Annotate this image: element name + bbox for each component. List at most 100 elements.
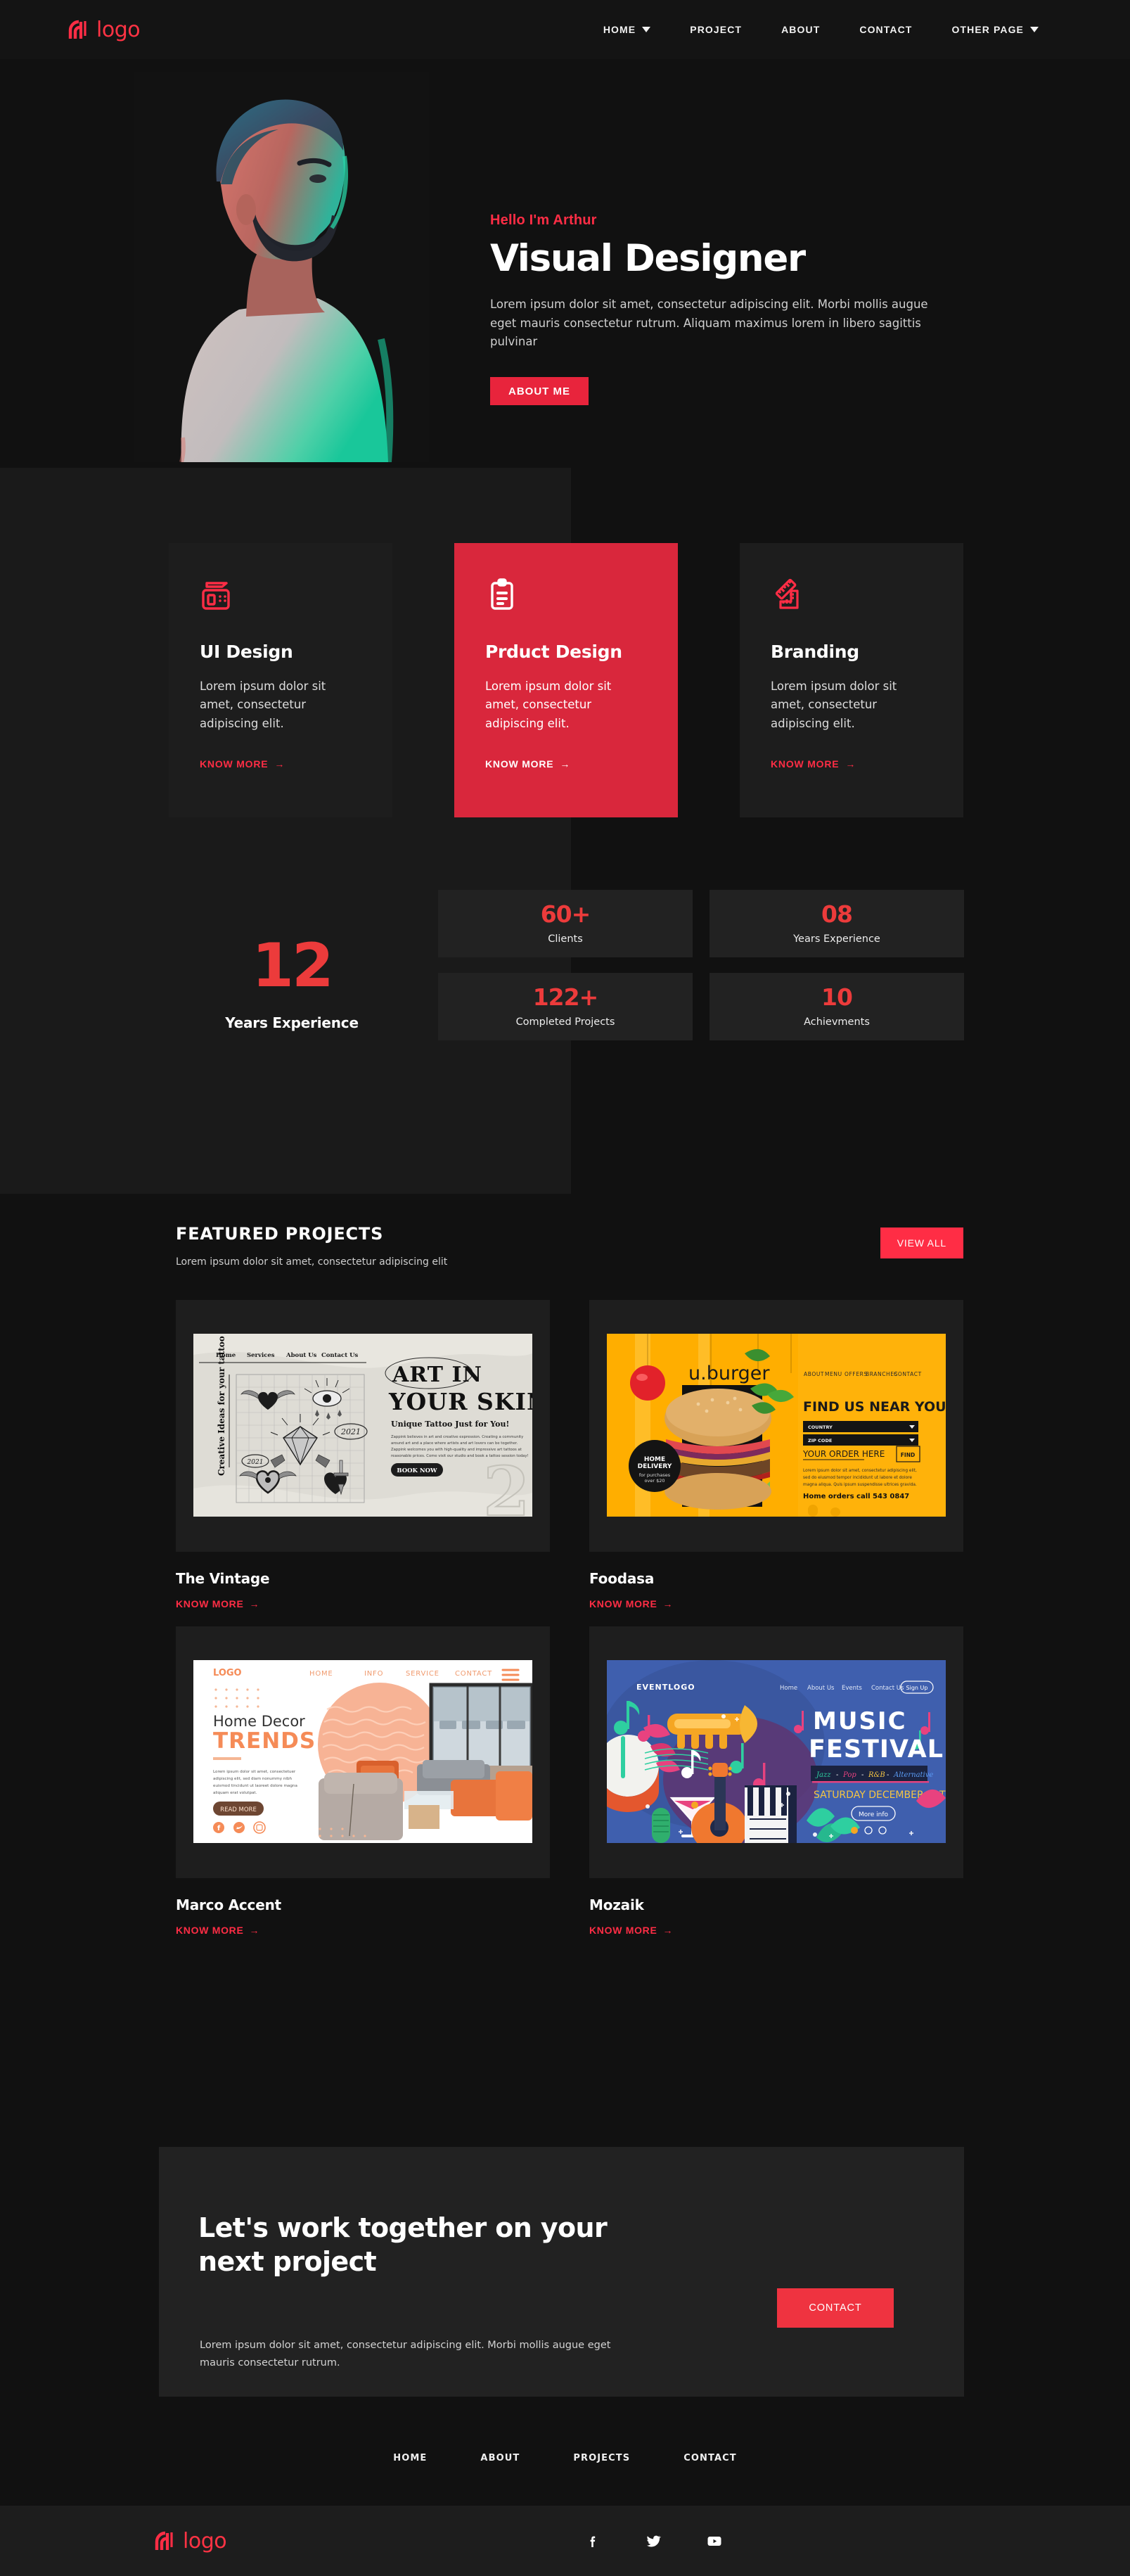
project-know-more-link[interactable]: KNOW MORE → [176,1598,259,1609]
svg-text:Contact Us: Contact Us [871,1685,904,1692]
service-know-more-link[interactable]: KNOW MORE → [200,758,285,770]
project-know-more-link[interactable]: KNOW MORE → [176,1925,259,1936]
about-me-button[interactable]: ABOUT ME [490,377,589,406]
service-know-more-link[interactable]: KNOW MORE → [485,758,570,770]
project-know-more-link[interactable]: KNOW MORE → [589,1598,673,1609]
svg-text:OFFERS: OFFERS [845,1371,868,1377]
stats-feature: 12 Years Experience [204,936,380,1031]
footer-link-projects[interactable]: PROJECTS [573,2453,630,2463]
svg-text:CONTACT: CONTACT [894,1371,922,1377]
project-thumb-shell: Home Services About Us Contact Us Creative… [176,1300,550,1552]
hero-title: Visual Designer [490,237,806,280]
service-card-ui-design[interactable]: UI Design Lorem ipsum dolor sit amet, co… [169,543,392,817]
project-thumb-shell: LOGO HOME INFO SERVICE CONTACT Home Deco… [176,1626,550,1878]
logo-wordmark: logo [96,17,141,42]
stats-feature-number: 12 [252,931,334,1001]
stat-card-clients: 60+ Clients [438,890,693,957]
youtube-icon[interactable] [706,2532,723,2549]
svg-text:f: f [217,1825,221,1832]
arrow-right-icon: → [274,758,285,770]
know-more-label: KNOW MORE [200,758,269,770]
footer-link-contact[interactable]: CONTACT [683,2453,737,2463]
chevron-down-icon [1030,27,1039,32]
footer-link-home[interactable]: HOME [393,2453,427,2463]
chevron-down-icon [642,27,651,32]
stat-card-years-experience: 08 Years Experience [710,890,964,957]
svg-text:FIND US NEAR YOU: FIND US NEAR YOU [803,1399,946,1415]
svg-text:adipiscing elit, sed diam nonu: adipiscing elit, sed diam nonummy nibh [213,1777,292,1781]
svg-text:Home Decor: Home Decor [213,1713,305,1730]
service-description: Lorem ipsum dolor sit amet, consectetur … [771,680,897,730]
nav-item-home[interactable]: HOME [603,24,651,35]
home-decor-thumbnail: LOGO HOME INFO SERVICE CONTACT Home Deco… [193,1660,532,1843]
svg-text:About Us: About Us [807,1685,835,1692]
services-gap [392,543,454,611]
service-card-product-design[interactable]: Prduct Design Lorem ipsum dolor sit amet… [454,543,678,817]
svg-text:DELIVERY: DELIVERY [638,1463,672,1470]
project-name: Mozaik [589,1896,644,1913]
service-title: Branding [771,642,859,662]
svg-text:21: 21 [483,1452,532,1517]
svg-text:ART IN: ART IN [392,1363,482,1387]
view-all-button[interactable]: VIEW ALL [880,1228,963,1258]
project-card-mozaik[interactable]: EVENTLOGO Home About Us Events Contact Us … [589,1626,963,1937]
stat-number: 122+ [532,983,599,1011]
svg-text:FIND: FIND [901,1452,915,1458]
rulers-icon [771,577,807,613]
footer-link-about[interactable]: ABOUT [480,2453,520,2463]
svg-text:Events: Events [842,1685,862,1692]
svg-text:over $20: over $20 [645,1478,665,1484]
nav-links: HOME PROJECT ABOUT CONTACT OTHER PAGE [603,24,1039,35]
nav-item-other-page[interactable]: OTHER PAGE [951,24,1039,35]
contact-button[interactable]: CONTACT [777,2288,894,2328]
svg-text:HOME: HOME [644,1456,665,1463]
cta-heading: Let's work together on your next project [198,2212,608,2277]
svg-text:EVENTLOGO: EVENTLOGO [636,1683,695,1692]
svg-text:HOME: HOME [309,1670,333,1678]
project-name: Foodasa [589,1570,655,1587]
footer-bar: logo [0,2506,1130,2576]
svg-text:READ MORE: READ MORE [220,1806,257,1813]
svg-text:Unique Tattoo Just for You!: Unique Tattoo Just for You! [391,1420,509,1429]
svg-text:Zappink believes in art and cr: Zappink believes in art and creative exp… [391,1435,523,1439]
nav-item-about[interactable]: ABOUT [781,24,820,35]
footer-logo-wordmark: logo [183,2528,227,2553]
svg-text:sed do eiusmod tempor incididu: sed do eiusmod tempor incididunt ut labo… [803,1476,912,1480]
footer-logo[interactable]: logo [153,2528,227,2553]
project-thumb-shell: u.burger ABOUT MENU OFFERS BRANCHES CONTACT [589,1300,963,1552]
svg-text:YOUR SKIN: YOUR SKIN [388,1388,532,1415]
project-card-foodasa[interactable]: u.burger ABOUT MENU OFFERS BRANCHES CONTACT [589,1300,963,1611]
project-name: Marco Accent [176,1896,281,1913]
svg-text:Creative Ideas for your tattoo: Creative Ideas for your tattoo [217,1336,226,1476]
svg-text:TRENDS: TRENDS [213,1728,316,1754]
facebook-icon[interactable] [585,2532,602,2549]
featured-projects-header: FEATURED PROJECTS Lorem ipsum dolor sit … [176,1224,963,1268]
nav-item-contact[interactable]: CONTACT [859,24,912,35]
stat-card-achievements: 10 Achievments [710,973,964,1040]
service-card-branding[interactable]: Branding Lorem ipsum dolor sit amet, con… [740,543,963,817]
arrow-right-icon: → [249,1598,260,1609]
svg-text:COUNTRY: COUNTRY [808,1424,833,1430]
hero-copy: Hello I'm Arthur Visual Designer Lorem i… [490,212,968,406]
project-card-marco-accent[interactable]: LOGO HOME INFO SERVICE CONTACT Home Deco… [176,1626,550,1937]
twitter-icon[interactable] [646,2532,662,2549]
svg-text:Services: Services [247,1352,275,1359]
service-know-more-link[interactable]: KNOW MORE → [771,758,856,770]
project-know-more-link[interactable]: KNOW MORE → [589,1925,673,1936]
svg-text:euismod tincidunt ut laoreet d: euismod tincidunt ut laoreet dolore magn… [213,1784,297,1788]
footer-socials [585,2532,723,2549]
svg-text:More info: More info [859,1811,889,1818]
svg-text:Home orders call 543 0847: Home orders call 543 0847 [803,1493,909,1500]
nav-item-project[interactable]: PROJECT [690,24,742,35]
nav-item-other-page-label: OTHER PAGE [951,24,1024,35]
project-card-the-vintage[interactable]: Home Services About Us Contact Us Creative… [176,1300,550,1611]
svg-text:Jazz: Jazz [815,1771,831,1779]
svg-text:2021: 2021 [247,1459,264,1466]
stat-number: 60+ [540,900,591,928]
svg-text:MUSIC: MUSIC [813,1707,907,1735]
header-logo[interactable]: logo [67,17,141,42]
stat-card-completed-projects: 122+ Completed Projects [438,973,693,1040]
svg-text:Lorem ipsum dolor sit amet, co: Lorem ipsum dolor sit amet, consectetuer [213,1770,296,1774]
signal-logo-icon [67,18,91,42]
svg-text:Alternative: Alternative [893,1771,933,1779]
